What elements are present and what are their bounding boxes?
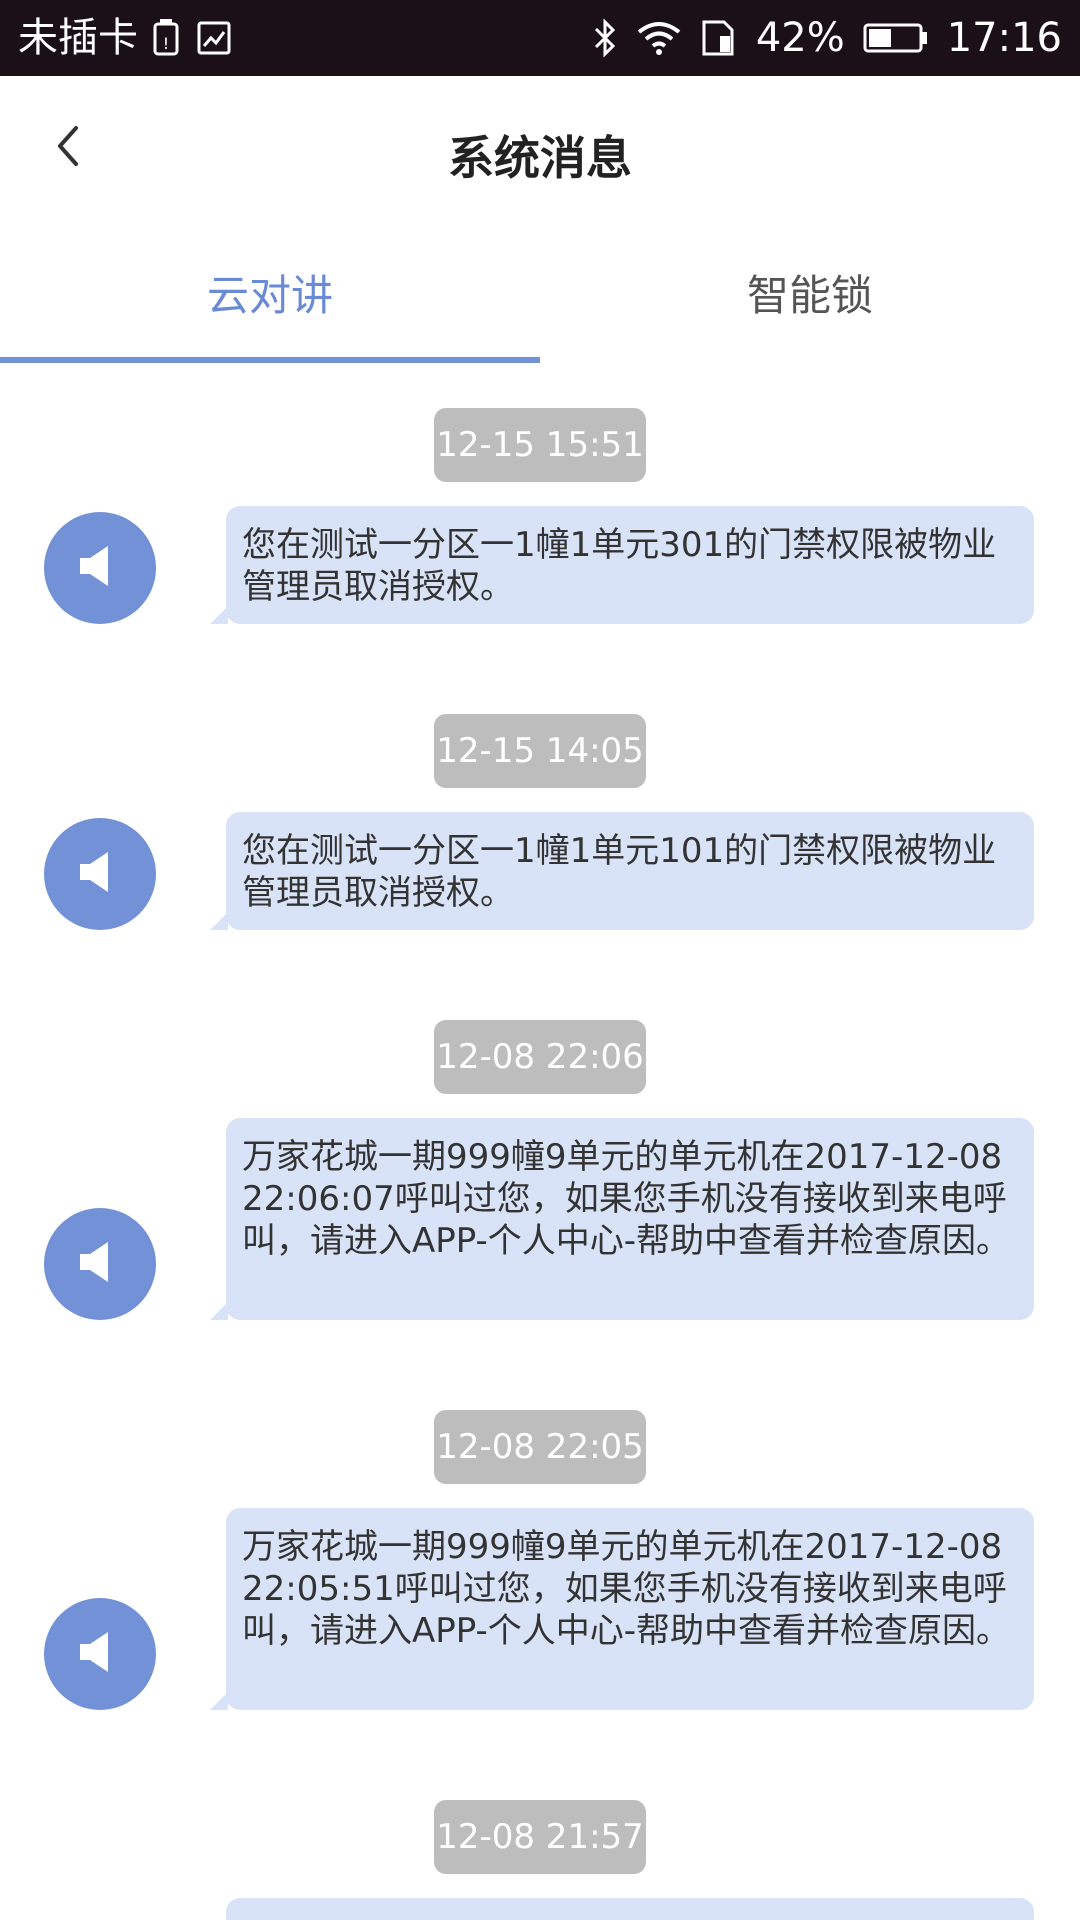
- message-avatar: [44, 512, 156, 624]
- sim-card-icon: [700, 18, 738, 58]
- tab-smart-lock[interactable]: 智能锁: [540, 220, 1080, 364]
- timestamp-badge: 12-08 22:06: [434, 1020, 646, 1094]
- speaker-icon: [74, 1236, 126, 1292]
- message-avatar: [44, 818, 156, 930]
- message-avatar: [44, 1208, 156, 1320]
- tab-cloud-intercom[interactable]: 云对讲: [0, 220, 540, 364]
- message-bubble[interactable]: 万家花城一期999幢9单元的单元机在2017-12-08 22:05:51呼叫过…: [210, 1508, 1034, 1710]
- message-bubble[interactable]: 您在测试一分区一1幢1单元301的门禁权限被物业管理员取消授权。: [210, 506, 1034, 624]
- message-bubble[interactable]: [226, 1898, 1034, 1920]
- message-list[interactable]: 12-15 15:51 您在测试一分区一1幢1单元301的门禁权限被物业管理员取…: [0, 364, 1080, 1920]
- timestamp-badge: 12-08 22:05: [434, 1410, 646, 1484]
- clock: 17:16: [946, 15, 1062, 61]
- wifi-icon: [636, 20, 682, 56]
- message-avatar: [44, 1598, 156, 1710]
- speaker-icon: [74, 1626, 126, 1682]
- message-bubble[interactable]: 万家花城一期999幢9单元的单元机在2017-12-08 22:06:07呼叫过…: [210, 1118, 1034, 1320]
- image-icon: [196, 20, 232, 56]
- app-header: 系统消息: [0, 76, 1080, 220]
- speaker-icon: [74, 846, 126, 902]
- sim-warning-icon: !: [152, 18, 182, 58]
- page-title: 系统消息: [448, 131, 632, 185]
- bluetooth-icon: [592, 18, 618, 58]
- timestamp-badge: 12-08 21:57: [434, 1800, 646, 1874]
- timestamp-badge: 12-15 15:51: [434, 408, 646, 482]
- status-bar: 未插卡 ! 42% 17:16: [0, 0, 1080, 76]
- battery-icon: [863, 21, 929, 55]
- tab-indicator: [0, 357, 540, 363]
- carrier-label: 未插卡: [18, 15, 138, 61]
- battery-percent: 42%: [755, 15, 845, 61]
- svg-text:!: !: [163, 34, 169, 53]
- message-bubble[interactable]: 您在测试一分区一1幢1单元101的门禁权限被物业管理员取消授权。: [210, 812, 1034, 930]
- tab-bar: 云对讲 智能锁: [0, 220, 1080, 364]
- timestamp-badge: 12-15 14:05: [434, 714, 646, 788]
- speaker-icon: [74, 540, 126, 596]
